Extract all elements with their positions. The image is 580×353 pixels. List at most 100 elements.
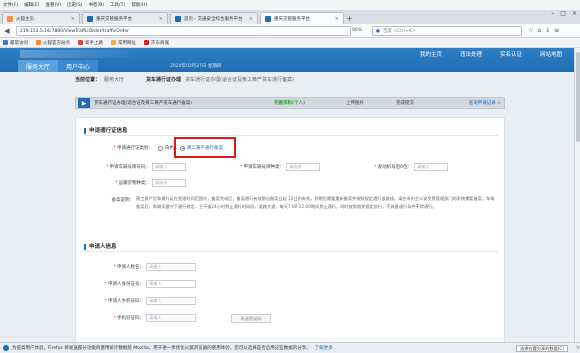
step-3: 上传图片 [346, 101, 364, 106]
radio-dot [158, 145, 163, 151]
page-subtitle: 货车通行证办理(适合证及黄工黄产货车通行备案) [185, 76, 294, 83]
current-date: 2020年02月27日 星期四 [170, 64, 222, 69]
browser-tab-active[interactable]: 重庆交管服务平台 × [260, 12, 344, 24]
close-icon[interactable]: × [249, 16, 253, 22]
cargo-type-select[interactable]: 请选择 [152, 179, 186, 187]
nav-tab-user-center[interactable]: 用户中心 [58, 60, 99, 72]
minimize-icon[interactable]: – [551, 10, 554, 17]
bookmark-item[interactable]: 京东商城 [144, 40, 169, 46]
browser-tab[interactable]: 首页 - 交通安全综合服务平台 × [170, 12, 258, 24]
send-sms-button[interactable]: 发送验证码 [231, 314, 271, 323]
back-icon[interactable]: ◀ [3, 27, 11, 35]
browser-tabstrip: 火狐主页 × 重庆交管服务平台 × 首页 - 交通安全综合服务平台 × 重庆交管… [0, 10, 580, 24]
site-icon [265, 15, 271, 22]
bookmark-item[interactable]: 新手上路 [78, 40, 103, 46]
note-label: 备案说明： [111, 198, 135, 203]
plate-kind-select[interactable]: 请选择 [286, 163, 320, 171]
bookmarks-bar: 最常访问 火狐官方站点 新手上路 常用网址 京东商城 [0, 38, 580, 48]
query-records-link[interactable]: 查询申请记录 > [469, 100, 501, 106]
menu-icon[interactable]: ≡ [554, 27, 559, 34]
link-violation[interactable]: 违法处理 [460, 50, 482, 58]
applicant-id-label-text: 申请人身份证号： [108, 282, 144, 287]
bookmark-icon [78, 40, 83, 45]
bookmark-label: 常用网址 [118, 40, 136, 46]
permit-type-label-text: 申请通行证类别： [117, 146, 153, 151]
share-data-button[interactable]: 选择在要分享的数据(C) [516, 345, 568, 352]
close-icon[interactable]: × [576, 345, 580, 351]
scrollbar-thumb[interactable] [576, 52, 580, 142]
star-icon[interactable]: ☆ [528, 27, 533, 34]
menu-tools[interactable]: 工具(T) [110, 2, 125, 8]
link-my-home[interactable]: 我的主页 [420, 50, 442, 58]
divider [84, 135, 498, 136]
bookmark-label: 新手上路 [85, 40, 103, 46]
engine-number-input[interactable]: 请输入 [414, 163, 448, 171]
plate-kind-label-text: 申请车辆号牌种类： [243, 165, 285, 170]
menu-file[interactable]: 文件(F) [3, 2, 18, 8]
bookmark-label: 最常访问 [10, 40, 28, 46]
window-controls: – □ × [551, 10, 577, 17]
menu-history[interactable]: 历史(S) [67, 2, 82, 8]
maximize-icon[interactable]: □ [560, 10, 566, 17]
zoom-level[interactable]: 90% [352, 28, 362, 33]
home-icon[interactable]: ⌂ [537, 27, 541, 34]
applicant-phone-input[interactable]: 请输入 [146, 297, 196, 305]
site-header: 我的主页 违法处理 实名认证 网站地图 服务大厅 用户中心 2020年02月27… [0, 48, 580, 72]
tab-label: 火狐主页 [16, 16, 34, 22]
close-icon[interactable]: × [71, 16, 75, 22]
section-title-permit: 申请通行证信息 [84, 126, 128, 134]
divider [84, 251, 498, 252]
close-window-icon[interactable]: × [572, 10, 577, 17]
applicant-phone-label-text: 申请人手机号码： [108, 299, 144, 304]
toolbar-icons: ☆ ⌂ ↓ ≡ [528, 27, 559, 34]
plate-kind-label: *申请车辆号牌种类： [240, 165, 285, 170]
close-icon[interactable]: × [159, 16, 163, 22]
link-realname[interactable]: 实名认证 [500, 50, 522, 58]
menu-help[interactable]: 帮助(H) [131, 2, 147, 8]
notification-message: 为提高用户体验，Firefox 将发送部分功能的使用统计数据给 Mozilla，… [12, 346, 311, 351]
url-bar[interactable]: 219.153.5.16:7880/ViewTrafficOrder/traff… [16, 26, 351, 36]
firefox-icon [36, 40, 41, 45]
browser-tab[interactable]: 重庆交管服务平台 × [82, 12, 168, 24]
sms-code-input[interactable]: 请输入 [146, 314, 196, 322]
bookmark-label: 火狐官方站点 [43, 40, 70, 46]
cargo-type-label: *运输货物种类： [115, 181, 150, 186]
search-icon: ● [376, 28, 380, 34]
step-1: 货车通行证办理(适合证及黄工黄产货车通行备案) [94, 101, 193, 106]
url-text: 219.153.5.16:7880/ViewTrafficOrder/traff… [20, 28, 130, 34]
truck-icon: ▶ [78, 98, 90, 108]
site-icon [175, 15, 181, 22]
menu-view[interactable]: 查看(V) [45, 2, 61, 8]
engine-number-label: *发动机号后6位： [374, 165, 412, 170]
breadcrumb-hall[interactable]: 服务大厅 [104, 76, 124, 83]
radio-label: 白色 [165, 146, 174, 151]
browser-tab[interactable]: 火狐主页 × [2, 12, 80, 24]
radio-white[interactable]: 白色 [158, 145, 174, 151]
applicant-id-label: *申请人身份证号： [104, 282, 144, 287]
page-scrollbar[interactable] [574, 48, 580, 342]
site-icon [87, 15, 93, 22]
applicant-id-input[interactable]: 请输入 [146, 280, 196, 288]
download-icon[interactable]: ↓ [545, 27, 550, 34]
firefox-icon [7, 15, 13, 22]
nav-tab-service-hall[interactable]: 服务大厅 [18, 60, 59, 72]
tab-label: 重庆交管服务平台 [274, 16, 310, 22]
permit-type-label: *申请通行证类别： [113, 146, 153, 151]
learn-more-link[interactable]: 了解更多 [315, 345, 333, 351]
jd-icon [144, 40, 149, 45]
link-sitemap[interactable]: 网站地图 [540, 50, 562, 58]
breadcrumb-label: 当前位置： [75, 76, 101, 83]
bookmark-item[interactable]: 最常访问 [3, 40, 28, 46]
close-icon[interactable]: × [335, 16, 339, 22]
menu-bookmarks[interactable]: 书签(B) [88, 2, 104, 8]
applicant-name-input[interactable]: 请输入 [146, 263, 196, 271]
menu-edit[interactable]: 编辑(E) [24, 2, 39, 8]
search-input[interactable]: ● 百度 <Ctrl+K> [372, 26, 522, 36]
form-panel: 申请通行证信息 *申请通行证类别： 白色 黄工黄产通行备案 *申请车辆号牌号码：… [75, 117, 505, 347]
bookmark-item[interactable]: 常用网址 [111, 40, 136, 46]
new-tab-button[interactable]: + [346, 14, 353, 23]
bookmark-item[interactable]: 火狐官方站点 [36, 40, 70, 46]
plate-number-input[interactable]: 请输入 [152, 163, 186, 171]
page-title: 货车通行证办理 [146, 76, 182, 83]
note-text: 黄工黄产货车通行证在受理时间范围内，备案完成后，备案通行有效期自备案日起 15日… [136, 196, 495, 209]
